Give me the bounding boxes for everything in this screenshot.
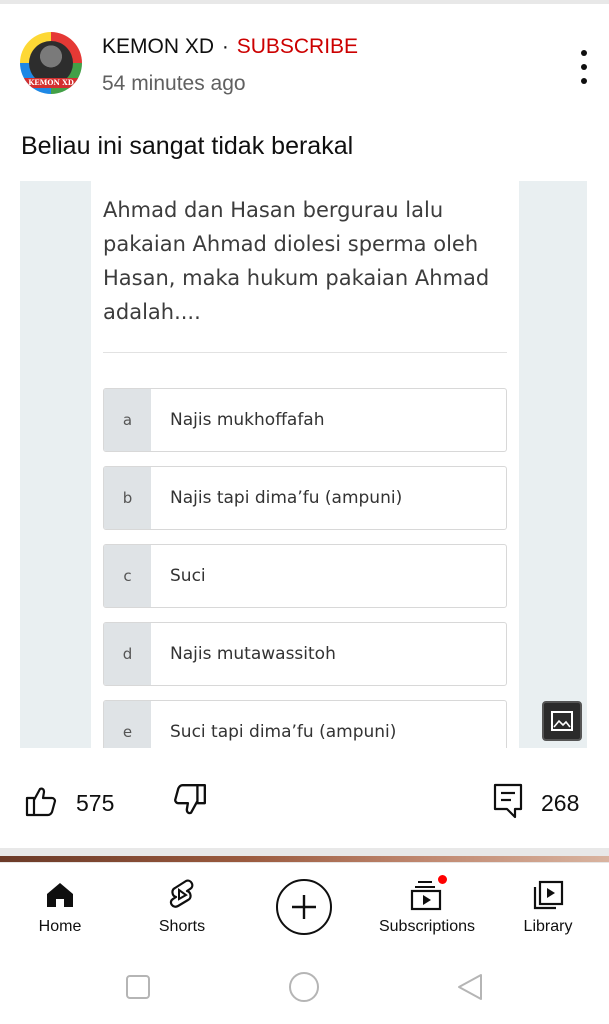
option-text: Suci bbox=[170, 566, 206, 586]
option-letter: b bbox=[104, 467, 151, 529]
nav-label: Shorts bbox=[158, 918, 206, 935]
quiz-divider bbox=[103, 352, 507, 353]
comment-count: 268 bbox=[541, 790, 580, 816]
nav-label: Subscriptions bbox=[378, 918, 476, 935]
shorts-icon bbox=[162, 875, 202, 915]
option-letter: e bbox=[104, 701, 151, 748]
library-icon bbox=[528, 875, 568, 915]
comment-icon[interactable] bbox=[492, 782, 524, 820]
like-count: 575 bbox=[76, 790, 115, 816]
like-icon[interactable] bbox=[24, 784, 58, 818]
nav-subscriptions[interactable]: Subscriptions bbox=[370, 863, 484, 951]
option-text: Suci tapi dima’fu (ampuni) bbox=[170, 722, 397, 742]
home-icon bbox=[40, 875, 80, 915]
avatar-label: KEMON XD bbox=[22, 78, 80, 88]
option-text: Najis mukhoffafah bbox=[170, 410, 325, 430]
nav-home[interactable]: Home bbox=[20, 863, 100, 951]
post-image[interactable]: Ahmad dan Hasan bergurau lalu pakaian Ah… bbox=[20, 181, 587, 748]
create-plus-icon[interactable] bbox=[276, 879, 332, 935]
option-letter: a bbox=[104, 389, 151, 451]
nav-shorts[interactable]: Shorts bbox=[142, 863, 222, 951]
quiz-card: Ahmad dan Hasan bergurau lalu pakaian Ah… bbox=[91, 181, 519, 748]
quiz-question: Ahmad dan Hasan bergurau lalu pakaian Ah… bbox=[103, 198, 490, 324]
channel-line: KEMON XD · SUBSCRIBE bbox=[102, 34, 358, 60]
subscribe-button[interactable]: SUBSCRIBE bbox=[237, 35, 358, 58]
quiz-option-a: a Najis mukhoffafah bbox=[103, 388, 507, 452]
option-text: Najis mutawassitoh bbox=[170, 644, 336, 664]
quiz-option-d: d Najis mutawassitoh bbox=[103, 622, 507, 686]
quiz-option-e: e Suci tapi dima’fu (ampuni) bbox=[103, 700, 507, 748]
separator-dot: · bbox=[221, 35, 229, 58]
quiz-option-c: c Suci bbox=[103, 544, 507, 608]
bottom-navigation: Home Shorts Subscriptions Library bbox=[0, 862, 609, 950]
dislike-icon[interactable] bbox=[172, 782, 208, 818]
recent-apps-icon[interactable] bbox=[121, 970, 155, 1004]
top-divider bbox=[0, 0, 609, 4]
quiz-option-b: b Najis tapi dima’fu (ampuni) bbox=[103, 466, 507, 530]
post-text: Beliau ini sangat tidak berakal bbox=[21, 132, 354, 160]
nav-label: Library bbox=[523, 918, 573, 935]
option-letter: c bbox=[104, 545, 151, 607]
more-options-icon[interactable] bbox=[577, 50, 591, 84]
back-triangle-icon[interactable] bbox=[453, 970, 487, 1004]
section-separator bbox=[0, 848, 609, 856]
subscriptions-icon bbox=[407, 873, 449, 915]
notification-dot bbox=[436, 873, 449, 886]
home-circle-icon[interactable] bbox=[287, 970, 321, 1004]
post-actions: 575 268 bbox=[0, 776, 609, 832]
option-text: Najis tapi dima’fu (ampuni) bbox=[170, 488, 403, 508]
channel-avatar[interactable]: KEMON XD bbox=[20, 32, 82, 94]
image-gallery-icon[interactable] bbox=[542, 701, 582, 741]
nav-label: Home bbox=[38, 918, 82, 935]
channel-name[interactable]: KEMON XD bbox=[102, 35, 214, 58]
nav-library[interactable]: Library bbox=[508, 863, 588, 951]
post-time: 54 minutes ago bbox=[102, 72, 246, 95]
option-letter: d bbox=[104, 623, 151, 685]
post-header: KEMON XD KEMON XD · SUBSCRIBE 54 minutes… bbox=[20, 30, 595, 110]
system-navigation bbox=[0, 950, 609, 1024]
